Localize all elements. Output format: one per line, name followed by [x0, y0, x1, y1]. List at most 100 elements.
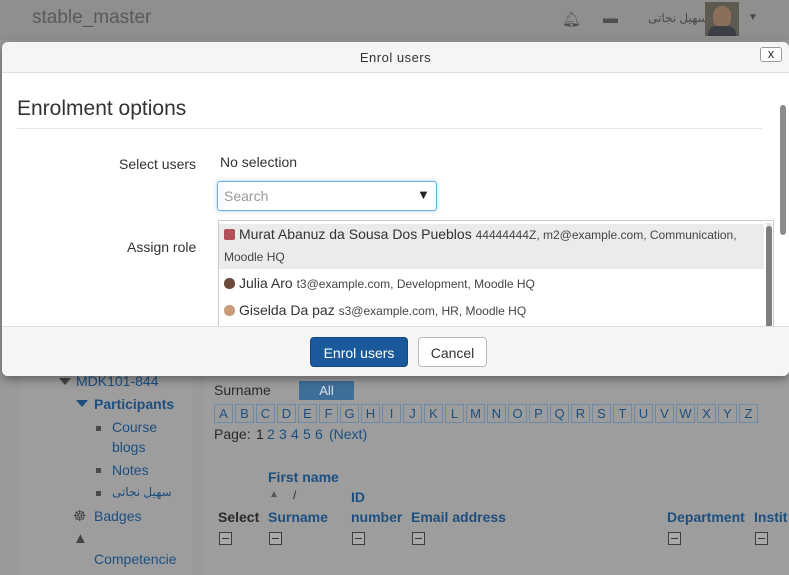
- enrolment-options-heading: Enrolment options: [17, 97, 187, 120]
- bullet-icon: [96, 426, 101, 431]
- letter-filter-item[interactable]: Q: [550, 404, 569, 423]
- collapse-column-icon[interactable]: [668, 532, 681, 545]
- nav-course-blogs[interactable]: blogs: [112, 439, 145, 455]
- letter-filter-item[interactable]: B: [235, 404, 254, 423]
- bullet-icon: [96, 468, 101, 473]
- dialog-scrollbar[interactable]: [780, 105, 786, 235]
- letter-filter-item[interactable]: R: [571, 404, 590, 423]
- select-users-label: Select users: [119, 156, 197, 172]
- surname-filter-label: Surname: [214, 382, 271, 398]
- letter-filter-item[interactable]: P: [529, 404, 548, 423]
- letter-filter-item[interactable]: J: [403, 404, 422, 423]
- nav-course-blogs[interactable]: Course: [112, 419, 157, 435]
- user-details: 44444444Z, m2@example.com, Communication…: [475, 228, 737, 242]
- letter-filter-item[interactable]: Z: [739, 404, 758, 423]
- list-item[interactable]: Murat Abanuz da Sousa Dos Pueblos 444444…: [219, 224, 764, 269]
- letter-filter-item[interactable]: S: [592, 404, 611, 423]
- message-icon[interactable]: ▬: [603, 10, 618, 27]
- header-id-number[interactable]: number: [351, 509, 402, 525]
- nav-participants[interactable]: Participants: [94, 396, 174, 412]
- chevron-down-icon[interactable]: ▼: [748, 12, 758, 23]
- avatar[interactable]: [705, 2, 739, 36]
- competency-icon: ▲: [73, 530, 88, 547]
- suggestions-scrollbar[interactable]: [766, 226, 772, 326]
- letter-filter-item[interactable]: L: [445, 404, 464, 423]
- user-details: t3@example.com, Development, Moodle HQ: [296, 277, 535, 291]
- page-link[interactable]: 4: [291, 426, 299, 442]
- header-id-number[interactable]: ID: [351, 489, 365, 505]
- header-slash: /: [293, 488, 297, 502]
- page-label: Page:: [214, 426, 251, 442]
- header-department[interactable]: Department: [667, 509, 745, 525]
- collapse-column-icon[interactable]: [269, 532, 282, 545]
- dialog-body: Enrolment options Select users No select…: [2, 73, 789, 326]
- collapse-column-icon[interactable]: [219, 532, 232, 545]
- header-email[interactable]: Email address: [411, 509, 506, 525]
- page-link[interactable]: 3: [279, 426, 287, 442]
- letter-filter-item[interactable]: M: [466, 404, 485, 423]
- header-surname[interactable]: Surname: [268, 509, 328, 525]
- letter-filter-item[interactable]: W: [676, 404, 695, 423]
- expand-icon: [76, 400, 88, 407]
- trophy-icon: ☸︎: [73, 508, 87, 525]
- letter-filter-item[interactable]: D: [277, 404, 296, 423]
- letter-filter-item[interactable]: X: [697, 404, 716, 423]
- letter-filter-item[interactable]: Y: [718, 404, 737, 423]
- cancel-button[interactable]: Cancel: [418, 337, 487, 367]
- header-institution[interactable]: Instit: [754, 509, 787, 525]
- dialog-title: Enrol users: [359, 50, 432, 65]
- user-details: s3@example.com, HR, Moodle HQ: [338, 304, 527, 318]
- user-name[interactable]: سهیل نجاتی: [648, 11, 708, 25]
- collapse-column-icon[interactable]: [352, 532, 365, 545]
- letter-filter-item[interactable]: F: [319, 404, 338, 423]
- letter-filter-item[interactable]: T: [613, 404, 632, 423]
- dropdown-arrow-icon[interactable]: ▼: [417, 187, 430, 202]
- header-first-name[interactable]: First name: [268, 469, 339, 485]
- letter-filter-item[interactable]: E: [298, 404, 317, 423]
- divider: [17, 128, 762, 129]
- user-picture-icon: [224, 305, 235, 316]
- letter-filter-item[interactable]: H: [361, 404, 380, 423]
- letter-filter-item[interactable]: C: [256, 404, 275, 423]
- sort-asc-icon[interactable]: ▲: [269, 489, 279, 500]
- page-link[interactable]: 5: [303, 426, 311, 442]
- collapse-column-icon[interactable]: [412, 532, 425, 545]
- nav-badges[interactable]: Badges: [94, 508, 141, 524]
- letter-filter-item[interactable]: N: [487, 404, 506, 423]
- letter-filter-item[interactable]: I: [382, 404, 401, 423]
- user-suggestions-list: Murat Abanuz da Sousa Dos Pueblos 444444…: [218, 220, 774, 326]
- collapse-column-icon[interactable]: [755, 532, 768, 545]
- user-picture-icon: [224, 229, 235, 240]
- search-input[interactable]: [224, 188, 404, 204]
- enrol-users-button[interactable]: Enrol users: [310, 337, 408, 367]
- letter-filter-item[interactable]: K: [424, 404, 443, 423]
- list-item[interactable]: Julia Aro t3@example.com, Development, M…: [219, 271, 764, 295]
- site-name[interactable]: stable_master: [32, 7, 151, 29]
- dialog-footer: Enrol users Cancel: [2, 326, 789, 376]
- letter-filter: ABCDEFGHIJKLMNOPQRSTUVWXYZ: [214, 404, 760, 423]
- letter-filter-item[interactable]: O: [508, 404, 527, 423]
- assign-role-label: Assign role: [127, 239, 197, 255]
- bullet-icon: [96, 491, 101, 496]
- user-fullname: Giselda Da paz: [239, 302, 335, 318]
- nav-competencies[interactable]: Competencie: [94, 551, 177, 567]
- next-page-link[interactable]: (Next): [329, 426, 367, 442]
- user-details: Moodle HQ: [224, 250, 285, 264]
- nav-user[interactable]: سهیل نجاتی: [112, 485, 172, 499]
- navbar: stable_master 🔔︎ ▬ سهیل نجاتی ▼: [0, 0, 789, 40]
- page-current: 1: [256, 426, 264, 442]
- user-search-field[interactable]: ▼: [217, 181, 437, 211]
- bell-icon[interactable]: 🔔︎: [562, 10, 581, 28]
- letter-filter-item[interactable]: A: [214, 404, 233, 423]
- letter-filter-item[interactable]: U: [634, 404, 653, 423]
- close-button[interactable]: x: [760, 47, 782, 62]
- list-item[interactable]: Giselda Da paz s3@example.com, HR, Moodl…: [219, 298, 764, 322]
- letter-filter-item[interactable]: V: [655, 404, 674, 423]
- dialog-header: Enrol users x: [2, 42, 789, 73]
- header-select: Select: [218, 509, 260, 525]
- page-link[interactable]: 2: [267, 426, 275, 442]
- filter-all[interactable]: All: [299, 381, 354, 400]
- page-link[interactable]: 6: [315, 426, 323, 442]
- nav-notes[interactable]: Notes: [112, 462, 149, 478]
- letter-filter-item[interactable]: G: [340, 404, 359, 423]
